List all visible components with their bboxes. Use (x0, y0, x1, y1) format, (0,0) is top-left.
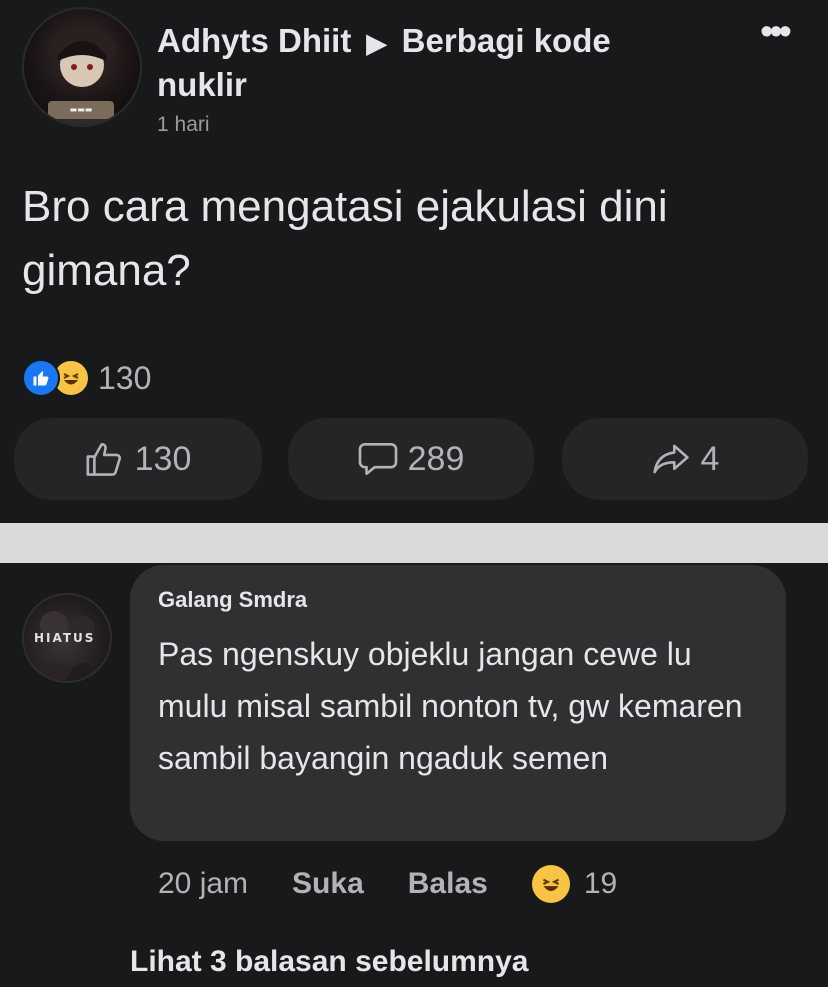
thumbs-up-icon (86, 442, 121, 476)
comment-button[interactable]: 289 (288, 418, 534, 500)
haha-reaction-icon[interactable] (531, 865, 570, 903)
author-name-link[interactable]: Adhyts Dhiit (157, 22, 351, 59)
comment-bubble[interactable]: Galang Smdra Pas ngenskuy objeklu jangan… (130, 565, 786, 841)
reactions-summary[interactable]: 130 (22, 357, 151, 399)
post-timestamp[interactable]: 1 hari (157, 113, 210, 137)
like-reaction-icon (22, 359, 60, 397)
view-previous-replies-link[interactable]: Lihat 3 balasan sebelumnya (130, 945, 528, 979)
comment-like-button[interactable]: Suka (292, 867, 364, 901)
post-card: ▬▬▬ Adhyts Dhiit ▶ Berbagi kode nuklir 1… (0, 0, 828, 523)
post-author-avatar[interactable]: ▬▬▬ (22, 7, 142, 127)
reaction-count: 130 (98, 359, 152, 396)
arrow-icon: ▶ (366, 28, 387, 58)
more-options-button[interactable]: ••• (748, 13, 800, 62)
share-button[interactable]: 4 (562, 418, 808, 500)
commenter-avatar[interactable]: HIATUS (22, 593, 112, 683)
like-count: 130 (134, 439, 192, 478)
post-body-text: Bro cara mengatasi ejakulasi dini gimana… (22, 182, 668, 295)
comment-body-text: Pas ngenskuy objeklu jangan cewe lu mulu… (158, 636, 743, 776)
comment-reaction-count: 19 (583, 867, 618, 900)
comment-meta-row: 20 jam Suka Balas 19 (158, 865, 617, 903)
comment-count: 289 (407, 439, 465, 478)
post-header: Adhyts Dhiit ▶ Berbagi kode nuklir (157, 20, 677, 106)
feed-separator (0, 523, 828, 563)
avatar-label: HIATUS (34, 631, 96, 645)
comment-reply-button[interactable]: Balas (408, 867, 488, 901)
comment-icon (358, 442, 397, 476)
share-icon (652, 444, 689, 474)
commenter-name-link[interactable]: Galang Smdra (158, 587, 307, 613)
group-name-link[interactable]: Berbagi kode (402, 22, 611, 59)
comment-section: HIATUS Galang Smdra Pas ngenskuy objeklu… (0, 563, 828, 987)
share-count: 4 (700, 439, 720, 478)
like-button[interactable]: 130 (14, 418, 262, 500)
avatar-badge: ▬▬▬ (48, 101, 114, 119)
comment-timestamp[interactable]: 20 jam (158, 867, 248, 901)
group-name-link-cont[interactable]: nuklir (157, 66, 247, 103)
